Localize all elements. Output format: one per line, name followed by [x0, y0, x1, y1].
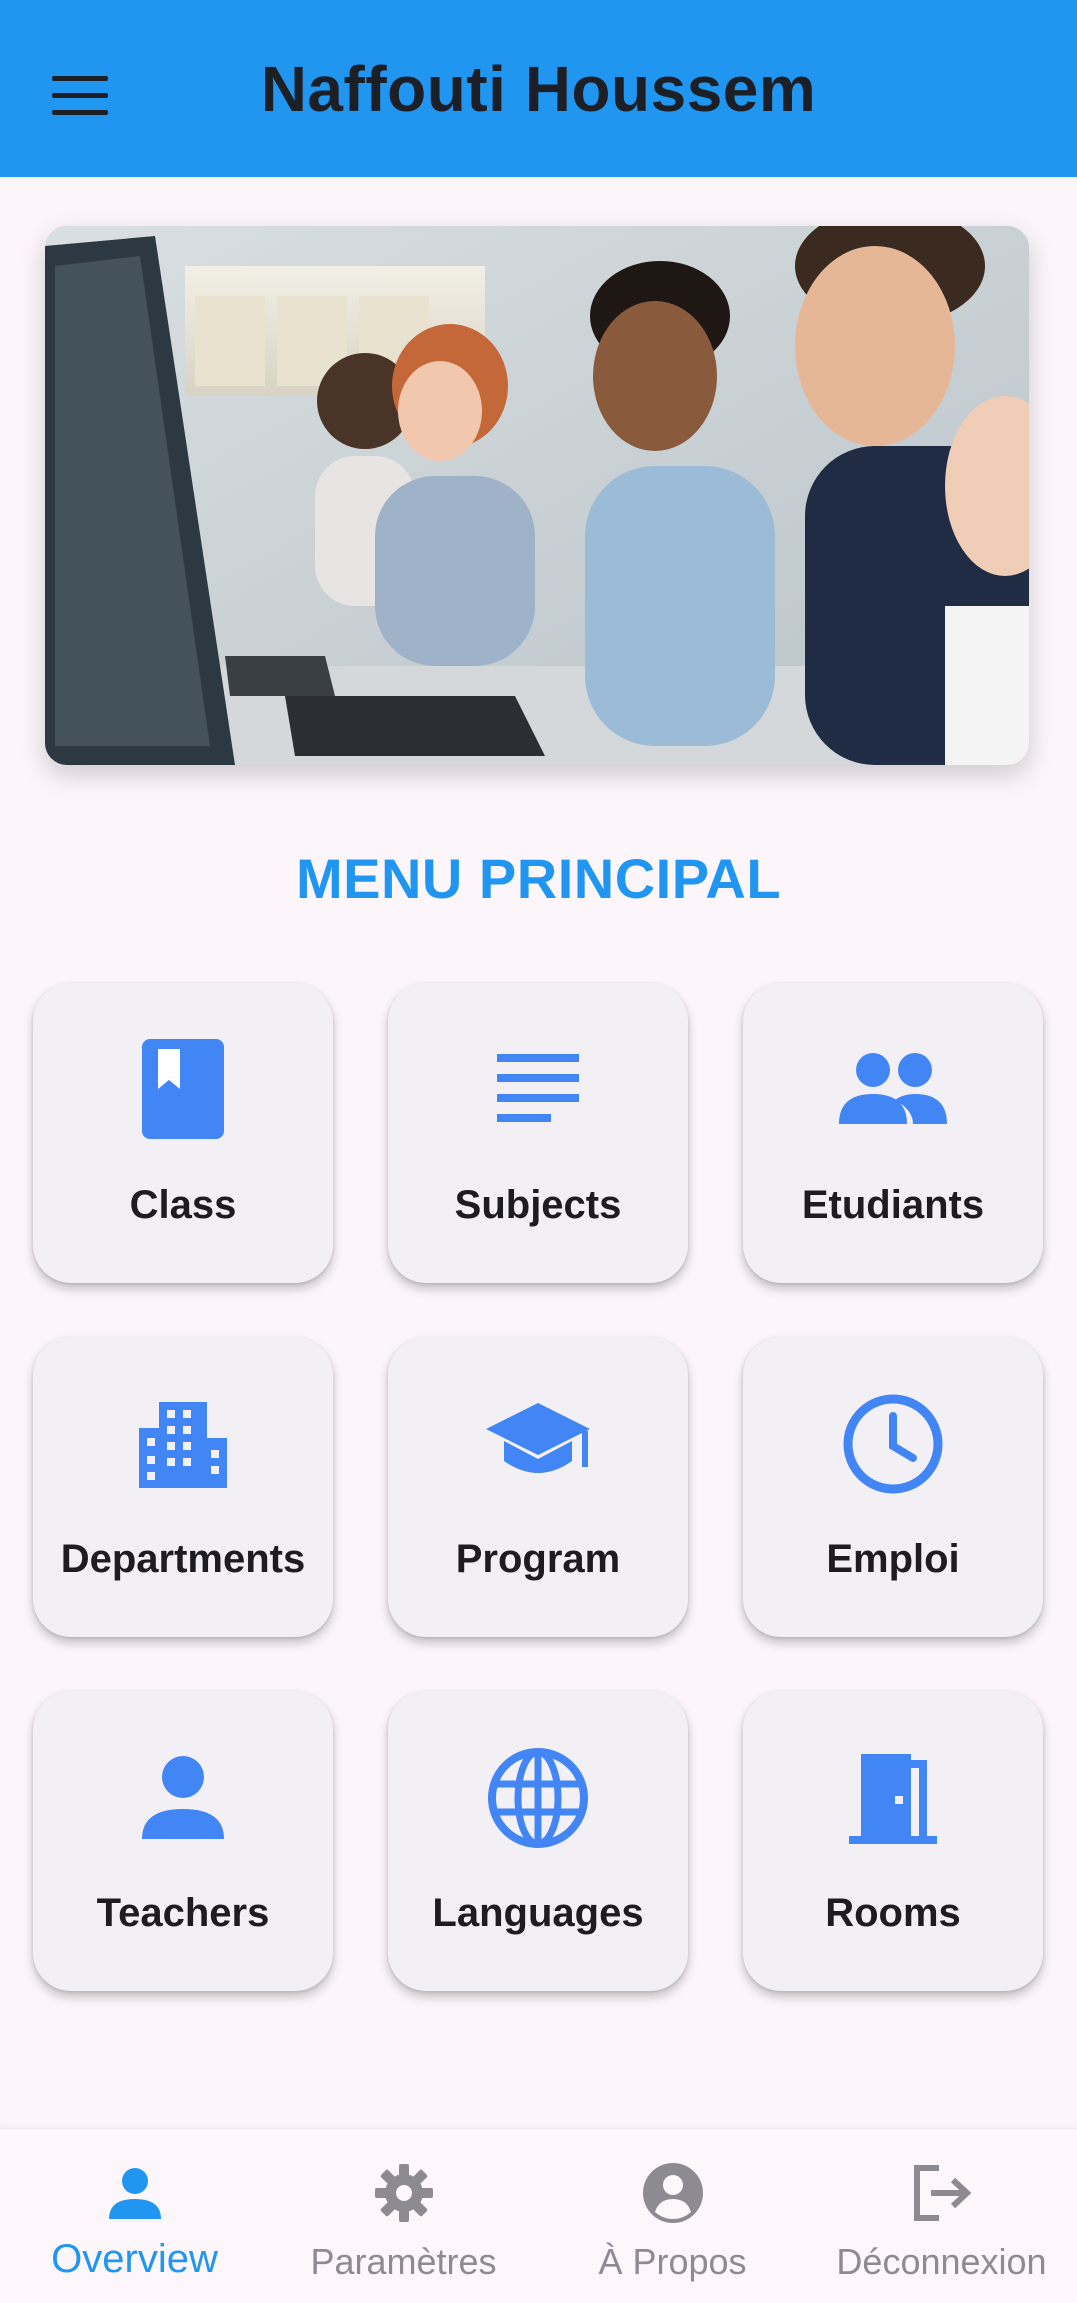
menu-tile-label: Emploi — [826, 1537, 960, 1581]
bottom-navigation-bar: Overview Paramètres À Propos Déconnexion — [0, 2128, 1077, 2303]
hero-classroom-image — [45, 226, 1029, 765]
menu-tile-rooms[interactable]: Rooms — [743, 1691, 1043, 1991]
nav-item-a-propos[interactable]: À Propos — [538, 2129, 807, 2303]
people-group-icon — [839, 1053, 947, 1124]
section-title: MENU PRINCIPAL — [295, 847, 782, 910]
logout-icon — [913, 2165, 971, 2221]
menu-tile-languages[interactable]: Languages — [388, 1691, 688, 1991]
menu-tile-label: Program — [455, 1537, 621, 1581]
book-bookmark-icon — [142, 1039, 224, 1139]
gear-icon — [374, 2164, 433, 2222]
nav-item-parametres[interactable]: Paramètres — [269, 2129, 538, 2303]
nav-item-label: À Propos — [598, 2241, 747, 2282]
menu-tile-label: Departments — [60, 1537, 306, 1581]
menu-tile-subjects[interactable]: Subjects — [388, 983, 688, 1283]
menu-tile-teachers[interactable]: Teachers — [33, 1691, 333, 1991]
menu-tile-emploi[interactable]: Emploi — [743, 1337, 1043, 1637]
nav-item-deconnexion[interactable]: Déconnexion — [807, 2129, 1076, 2303]
menu-tile-label: Etudiants — [801, 1183, 985, 1227]
account-circle-icon — [642, 2163, 703, 2223]
menu-tile-etudiants[interactable]: Etudiants — [743, 983, 1043, 1283]
menu-tile-label: Subjects — [454, 1183, 622, 1227]
text-lines-icon — [497, 1054, 579, 1122]
menu-tile-label: Rooms — [825, 1891, 961, 1935]
door-icon — [849, 1754, 937, 1844]
globe-icon — [488, 1748, 588, 1848]
menu-tile-label: Languages — [432, 1891, 644, 1935]
menu-tile-program[interactable]: Program — [388, 1337, 688, 1637]
person-icon — [108, 2168, 161, 2219]
person-icon — [142, 1756, 224, 1839]
nav-item-label: Overview — [51, 2237, 218, 2281]
nav-item-label: Déconnexion — [836, 2241, 1047, 2282]
graduation-cap-icon — [486, 1403, 590, 1473]
nav-item-overview[interactable]: Overview — [0, 2129, 269, 2303]
menu-tile-class[interactable]: Class — [33, 983, 333, 1283]
menu-tile-departments[interactable]: Departments — [33, 1337, 333, 1637]
page-title: Naffouti Houssem — [260, 53, 817, 125]
menu-tile-label: Class — [129, 1183, 237, 1227]
nav-item-label: Paramètres — [310, 2241, 497, 2282]
app-bar: Naffouti Houssem — [0, 0, 1077, 177]
building-icon — [139, 1402, 227, 1488]
clock-icon — [843, 1394, 943, 1494]
menu-tile-label: Teachers — [96, 1891, 270, 1935]
